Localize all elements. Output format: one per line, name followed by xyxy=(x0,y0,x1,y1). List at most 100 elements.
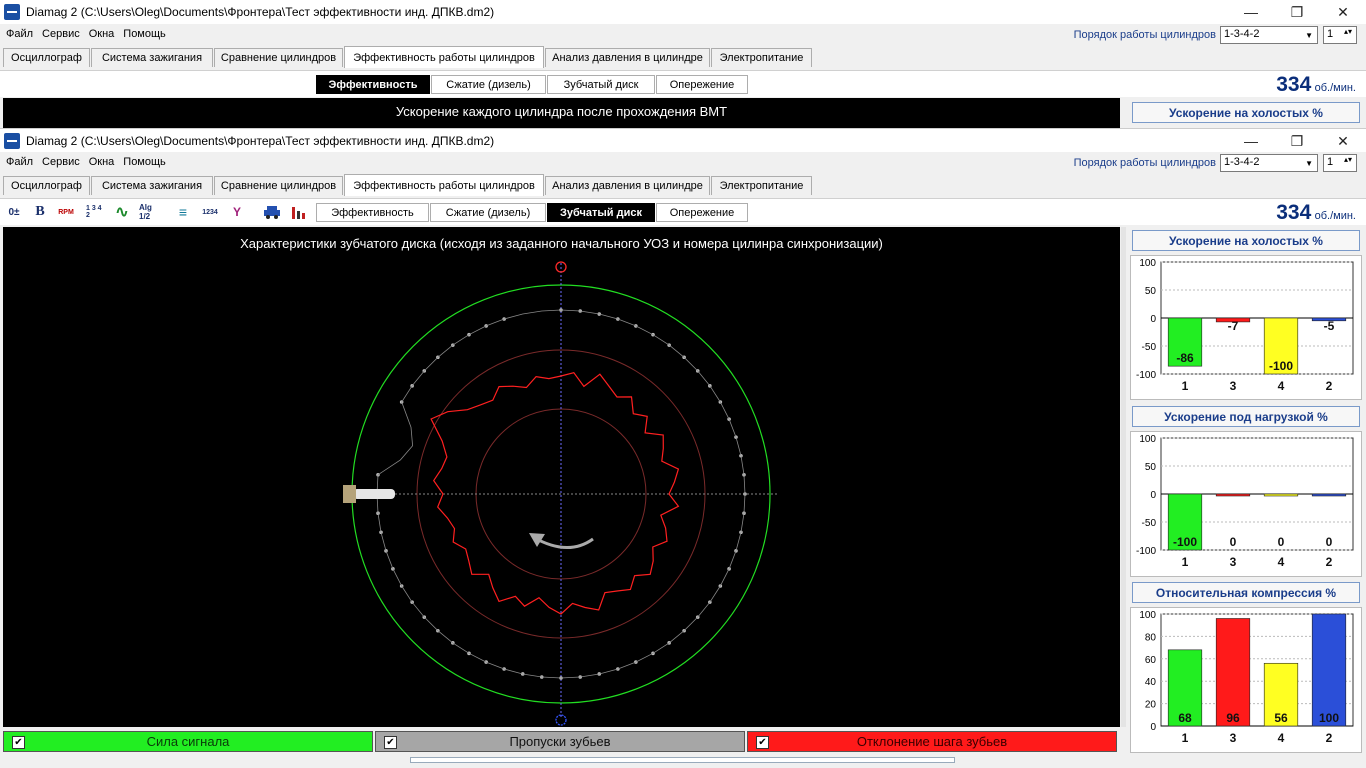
step-icon[interactable]: 1234 xyxy=(200,203,220,221)
tooth-deviation-checkbox[interactable]: ✔ xyxy=(756,736,769,749)
y-tick-label: 0 xyxy=(1150,314,1156,325)
bar-value-label: -5 xyxy=(1324,319,1335,333)
rpm-icon[interactable]: RPM xyxy=(56,203,76,221)
spin-icon: ▴▾ xyxy=(1343,155,1352,164)
sensor-body-icon xyxy=(353,489,395,499)
tab-oscilloscope[interactable]: Осциллограф xyxy=(3,176,90,195)
back-cylinder-order-value: 1-3-4-2 xyxy=(1224,28,1260,40)
back-tab-ignition[interactable]: Система зажигания xyxy=(91,48,213,67)
menu-file[interactable]: Файл xyxy=(6,156,33,168)
bar xyxy=(1311,493,1347,497)
algorithm-icon[interactable]: Alg 1/2 xyxy=(139,203,159,221)
rpm-unit: об./мин. xyxy=(1314,210,1356,222)
category-label: 4 xyxy=(1278,731,1285,745)
back-cylinder-index-spinner[interactable]: 1 ▴▾ xyxy=(1323,26,1357,44)
tab-pressure[interactable]: Анализ давления в цилиндре xyxy=(545,176,710,195)
minimize-button[interactable]: — xyxy=(1228,129,1274,153)
back-toolbar: Эффективность Сжатие (дизель) Зубчатый д… xyxy=(0,70,1366,97)
idle-accel-header[interactable]: Ускорение на холостых % xyxy=(1132,230,1360,251)
car-icon[interactable] xyxy=(262,203,282,221)
menu-service[interactable]: Сервис xyxy=(42,156,80,168)
cylinder-numbers-icon[interactable]: 1 3 4 2 xyxy=(86,203,106,221)
cylinder-order-select[interactable]: 1-3-4-2 ▼ xyxy=(1220,154,1318,172)
bar-value-label: -100 xyxy=(1269,359,1293,373)
back-tab-efficiency[interactable]: Эффективность работы цилиндров xyxy=(344,46,544,68)
bar-value-label: 0 xyxy=(1230,535,1237,549)
scroll-handle[interactable] xyxy=(410,757,955,763)
missing-teeth-toggle[interactable]: ✔ Пропуски зубьев xyxy=(375,731,745,752)
tab-power[interactable]: Электропитание xyxy=(711,176,812,195)
back-title-bar: Diamag 2 (C:\Users\Oleg\Documents\Фронте… xyxy=(0,0,1366,24)
back-rpm-value: 334 xyxy=(1276,73,1312,96)
wave-icon[interactable]: ∿ xyxy=(112,203,132,221)
tab-compare[interactable]: Сравнение цилиндров xyxy=(214,176,343,195)
y-tick-label: 50 xyxy=(1145,286,1157,297)
bar-value-label: -86 xyxy=(1176,351,1194,365)
back-subtab-compression[interactable]: Сжатие (дизель) xyxy=(431,75,546,94)
tooth-deviation-label: Отклонение шага зубьев xyxy=(856,734,1008,749)
back-close-button[interactable]: ✕ xyxy=(1320,0,1366,24)
back-tab-compare[interactable]: Сравнение цилиндров xyxy=(214,48,343,67)
load-accel-svg: 100 50 0 -50 -100 -100 1 0 3 0 4 0 2 xyxy=(1136,434,1354,569)
back-tab-power[interactable]: Электропитание xyxy=(711,48,812,67)
back-plot-area: Ускорение каждого цилиндра после прохожд… xyxy=(3,98,1120,128)
rotation-arrow-head-icon xyxy=(529,533,545,547)
bars-icon[interactable] xyxy=(289,203,309,221)
back-menu-help[interactable]: Помощь xyxy=(123,28,166,40)
category-label: 2 xyxy=(1326,379,1333,393)
back-minimize-button[interactable]: — xyxy=(1228,0,1274,24)
bar xyxy=(1215,618,1251,727)
back-subtab-efficiency[interactable]: Эффективность xyxy=(316,75,430,94)
app-icon xyxy=(4,133,20,149)
back-subtab-gear-disc[interactable]: Зубчатый диск xyxy=(547,75,655,94)
sync-icon[interactable]: ≡ xyxy=(173,203,193,221)
subtab-compression[interactable]: Сжатие (дизель) xyxy=(430,203,546,222)
menu-help[interactable]: Помощь xyxy=(123,156,166,168)
back-menu-windows[interactable]: Окна xyxy=(89,28,115,40)
cylinder-index-spinner[interactable]: 1 ▴▾ xyxy=(1323,154,1357,172)
missing-teeth-label: Пропуски зубьев xyxy=(509,734,611,749)
subtab-advance[interactable]: Опережение xyxy=(656,203,748,222)
missing-teeth-checkbox[interactable]: ✔ xyxy=(384,736,397,749)
signal-strength-label: Сила сигнала xyxy=(146,734,230,749)
tab-efficiency[interactable]: Эффективность работы цилиндров xyxy=(344,174,544,196)
back-subtab-advance[interactable]: Опережение xyxy=(656,75,748,94)
zero-offset-icon[interactable]: 0± xyxy=(4,203,24,221)
rpm-value: 334 xyxy=(1276,201,1312,224)
tooth-deviation-toggle[interactable]: ✔ Отклонение шага зубьев xyxy=(747,731,1117,752)
load-accel-header[interactable]: Ускорение под нагрузкой % xyxy=(1132,406,1360,427)
y-tick-label: -50 xyxy=(1142,518,1157,529)
back-tab-oscilloscope[interactable]: Осциллограф xyxy=(3,48,90,67)
back-rpm-display: 334 об./мин. xyxy=(1276,73,1356,97)
y-tick-label: 60 xyxy=(1145,655,1157,666)
filter-icon[interactable]: Y xyxy=(227,203,247,221)
close-button[interactable]: ✕ xyxy=(1320,129,1366,153)
back-maximize-button[interactable]: ❐ xyxy=(1274,0,1320,24)
back-sidebar-header[interactable]: Ускорение на холостых % xyxy=(1132,102,1360,123)
maximize-button[interactable]: ❐ xyxy=(1274,129,1320,153)
bold-icon[interactable]: B xyxy=(30,203,50,221)
back-menu-file[interactable]: Файл xyxy=(6,28,33,40)
category-label: 1 xyxy=(1182,731,1189,745)
back-tab-pressure[interactable]: Анализ давления в цилиндре xyxy=(545,48,710,67)
back-menu-service[interactable]: Сервис xyxy=(42,28,80,40)
subtab-efficiency[interactable]: Эффективность xyxy=(316,203,429,222)
category-label: 1 xyxy=(1182,555,1189,569)
subtab-gear-disc[interactable]: Зубчатый диск xyxy=(547,203,655,222)
signal-strength-checkbox[interactable]: ✔ xyxy=(12,736,25,749)
title-bar: Diamag 2 (C:\Users\Oleg\Documents\Фронте… xyxy=(0,128,1366,153)
window-title: Diamag 2 (C:\Users\Oleg\Documents\Фронте… xyxy=(26,134,495,148)
y-tick-label: 100 xyxy=(1139,434,1156,445)
menu-windows[interactable]: Окна xyxy=(89,156,115,168)
bar-value-label: 100 xyxy=(1319,711,1339,725)
signal-strength-toggle[interactable]: ✔ Сила сигнала xyxy=(3,731,373,752)
polar-diagram xyxy=(343,261,779,726)
tab-ignition[interactable]: Система зажигания xyxy=(91,176,213,195)
compression-header[interactable]: Относительная компрессия % xyxy=(1132,582,1360,603)
y-tick-label: 0 xyxy=(1150,722,1156,733)
app-icon xyxy=(4,4,20,20)
y-tick-label: 40 xyxy=(1145,677,1157,688)
y-tick-label: 50 xyxy=(1145,462,1157,473)
back-cylinder-order-select[interactable]: 1-3-4-2 ▼ xyxy=(1220,26,1318,44)
chevron-down-icon: ▼ xyxy=(1305,31,1313,40)
